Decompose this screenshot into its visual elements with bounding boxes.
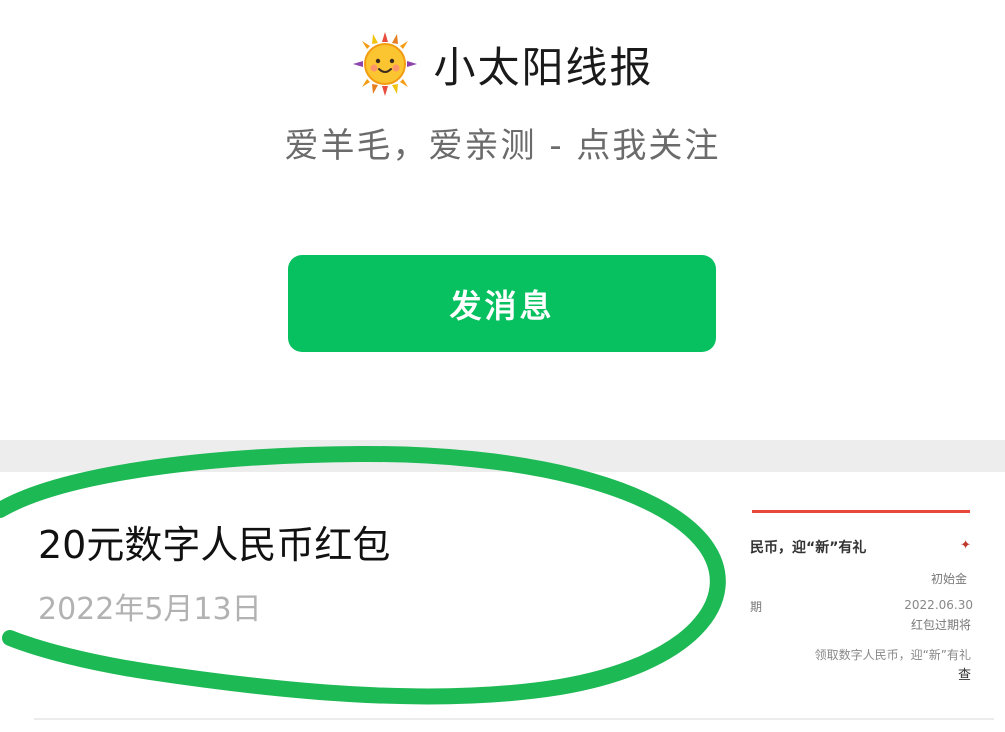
- account-brand[interactable]: 小太阳线报: [0, 30, 1005, 98]
- thumbnail-text: 红包过期将: [910, 618, 971, 632]
- article-thumbnail: 民币，迎“新”有礼 ✦ 初始金 期 2022.06.30 红包过期将 领取数字人…: [748, 502, 973, 682]
- account-name: 小太阳线报: [433, 42, 654, 92]
- thumbnail-text: 初始金: [930, 572, 967, 586]
- thumbnail-red-bar: [752, 510, 970, 513]
- list-divider: [34, 718, 994, 720]
- send-message-button[interactable]: 发消息: [288, 255, 716, 352]
- thumbnail-text: 2022.06.30: [904, 598, 973, 612]
- thumbnail-logo-icon: ✦: [960, 538, 971, 553]
- thumbnail-text: 期: [750, 600, 763, 614]
- thumbnail-text: 领取数字人民币，迎“新”有礼: [814, 648, 971, 662]
- article-date: 2022年5月13日: [38, 592, 262, 627]
- smiling-sun-icon: [353, 32, 418, 96]
- article-title: 20元数字人民币红包: [38, 523, 391, 567]
- article-list-item[interactable]: 20元数字人民币红包 2022年5月13日 民币，迎“新”有礼 ✦ 初始金 期 …: [0, 472, 1005, 732]
- account-header: 小太阳线报 爱羊毛，爱亲测 - 点我关注 发消息: [0, 0, 1005, 440]
- account-tagline[interactable]: 爱羊毛，爱亲测 - 点我关注: [0, 118, 1005, 167]
- thumbnail-text: 查: [957, 668, 971, 682]
- thumbnail-text: 民币，迎“新”有礼: [750, 540, 867, 556]
- section-separator: [0, 440, 1005, 472]
